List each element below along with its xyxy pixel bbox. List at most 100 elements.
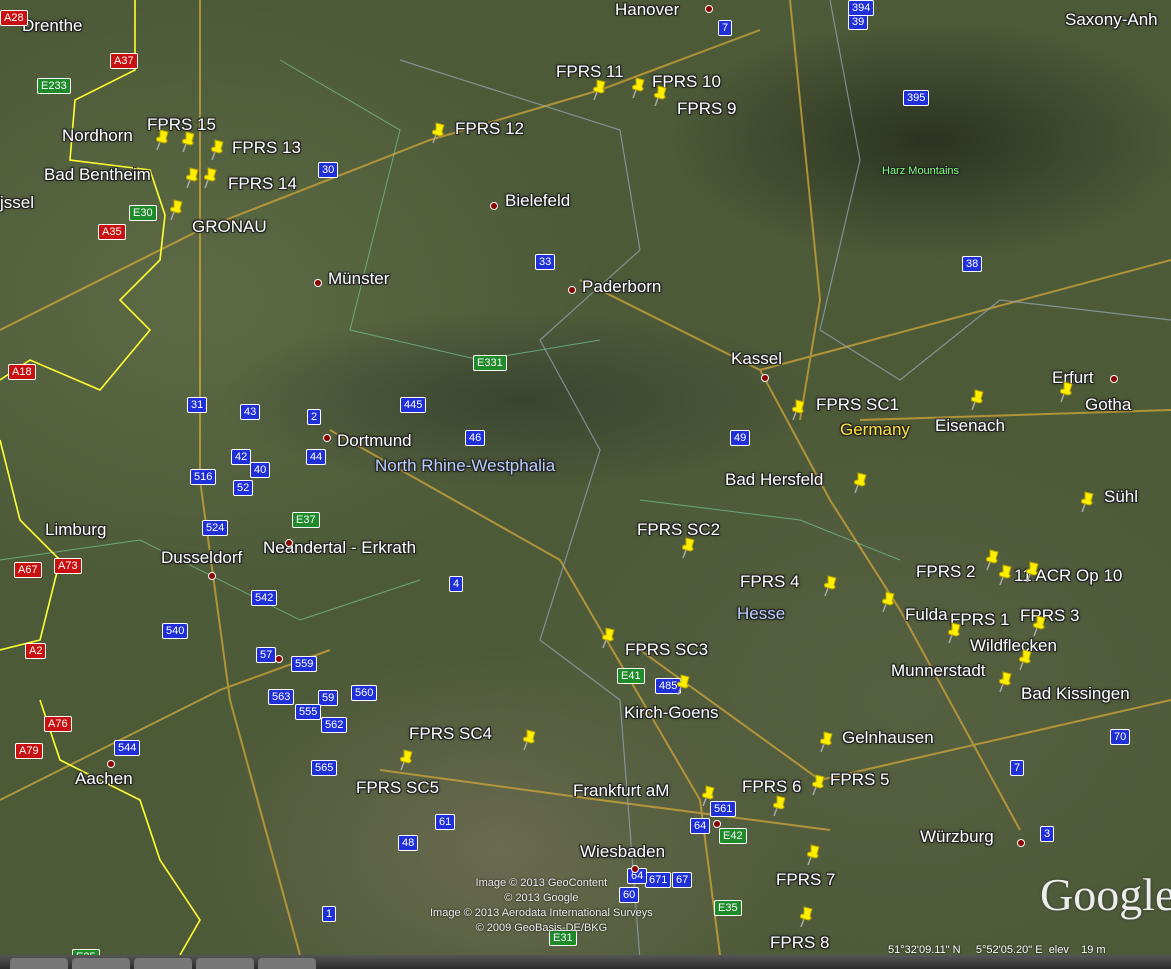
highway-shield: 33 <box>535 254 556 270</box>
place-label[interactable]: Aachen <box>75 769 133 789</box>
highway-shield: 59 <box>318 690 339 706</box>
pushpin-icon[interactable] <box>771 794 789 817</box>
place-label[interactable]: Sühl <box>1104 487 1138 507</box>
country-region-label[interactable]: Germany <box>840 420 910 440</box>
place-label[interactable]: FPRS 5 <box>830 770 890 790</box>
place-label[interactable]: Dusseldorf <box>161 548 242 568</box>
place-label[interactable]: FPRS 9 <box>677 99 737 119</box>
map-view[interactable]: Hanover Drenthe Saxony-Anh Nordhorn FPRS 15 F… <box>0 0 1171 965</box>
place-label[interactable]: FPRS 11 <box>556 62 624 82</box>
pushpin-icon[interactable] <box>180 130 198 153</box>
highway-shield: 49 <box>730 430 751 446</box>
pushpin-icon[interactable] <box>790 398 808 421</box>
pushpin-icon[interactable] <box>880 590 898 613</box>
pushpin-icon[interactable] <box>1017 648 1035 671</box>
place-label[interactable]: Dortmund <box>337 431 412 451</box>
place-label[interactable]: Bad Hersfeld <box>725 470 823 490</box>
city-marker-icon <box>1110 375 1118 383</box>
pushpin-icon[interactable] <box>202 166 220 189</box>
place-label[interactable]: FPRS 12 <box>455 119 524 139</box>
highway-shield: 48 <box>398 835 419 851</box>
pushpin-icon[interactable] <box>652 84 670 107</box>
place-label[interactable]: Bad Bentheim <box>44 165 151 185</box>
place-label[interactable]: Drenthe <box>22 16 82 36</box>
place-label[interactable]: Münster <box>328 269 389 289</box>
place-label[interactable]: Paderborn <box>582 277 661 297</box>
highway-shield: 44 <box>306 449 327 465</box>
map-overlay-lines <box>0 0 1171 955</box>
place-label[interactable]: FPRS 13 <box>232 138 301 158</box>
toolbar-button[interactable] <box>72 958 130 969</box>
pushpin-icon[interactable] <box>1031 614 1049 637</box>
place-label[interactable]: Limburg <box>45 520 106 540</box>
toolbar-button[interactable] <box>258 958 316 969</box>
pushpin-icon[interactable] <box>430 121 448 144</box>
pushpin-icon[interactable] <box>680 536 698 559</box>
pushpin-icon[interactable] <box>600 626 618 649</box>
pushpin-icon[interactable] <box>852 471 870 494</box>
place-label[interactable]: FPRS 3 <box>1020 606 1080 626</box>
place-label[interactable]: FPRS SC5 <box>356 778 439 798</box>
pushpin-icon[interactable] <box>822 574 840 597</box>
place-label[interactable]: Saxony-Anh <box>1065 10 1158 30</box>
place-label[interactable]: FPRS SC2 <box>637 520 720 540</box>
place-label[interactable]: Hanover <box>615 0 679 20</box>
toolbar-button[interactable] <box>196 958 254 969</box>
highway-shield: 560 <box>351 685 378 701</box>
place-label[interactable]: Fulda <box>905 605 948 625</box>
place-label[interactable]: Kassel <box>731 349 782 369</box>
highway-shield: E41 <box>617 668 645 684</box>
pushpin-icon[interactable] <box>946 621 964 644</box>
pushpin-icon[interactable] <box>521 728 539 751</box>
place-label[interactable]: FPRS SC4 <box>409 724 492 744</box>
pushpin-icon[interactable] <box>700 784 718 807</box>
pushpin-icon[interactable] <box>1079 490 1097 513</box>
place-label[interactable]: GRONAU <box>192 217 267 237</box>
pushpin-icon[interactable] <box>810 773 828 796</box>
pushpin-icon[interactable] <box>154 128 172 151</box>
place-label[interactable]: Nordhorn <box>62 126 133 146</box>
place-label[interactable]: Munnerstadt <box>891 661 986 681</box>
place-label[interactable]: Würzburg <box>920 827 994 847</box>
pushpin-icon[interactable] <box>997 670 1015 693</box>
pushpin-icon[interactable] <box>1024 560 1042 583</box>
pushpin-icon[interactable] <box>969 388 987 411</box>
place-label[interactable]: FPRS 2 <box>916 562 976 582</box>
place-label[interactable]: FPRS 8 <box>770 933 830 953</box>
place-label[interactable]: Frankfurt aM <box>573 781 669 801</box>
hesse-region-label[interactable]: Hesse <box>737 604 785 624</box>
pushpin-icon[interactable] <box>805 843 823 866</box>
pushpin-icon[interactable] <box>1058 380 1076 403</box>
place-label[interactable]: Gelnhausen <box>842 728 934 748</box>
place-label[interactable]: Gotha <box>1085 395 1131 415</box>
pushpin-icon[interactable] <box>997 563 1015 586</box>
city-marker-icon <box>705 5 713 13</box>
pushpin-icon[interactable] <box>209 138 227 161</box>
harz-region-label[interactable]: Harz Mountains <box>882 165 959 177</box>
highway-shield: E42 <box>719 828 747 844</box>
nrw-region-label[interactable]: North Rhine-Westphalia <box>375 456 555 476</box>
pushpin-icon[interactable] <box>630 76 648 99</box>
pushpin-icon[interactable] <box>818 730 836 753</box>
place-label[interactable]: Eisenach <box>935 416 1005 436</box>
place-label[interactable]: FPRS 14 <box>228 174 297 194</box>
pushpin-icon[interactable] <box>591 78 609 101</box>
place-label[interactable]: FPRS SC3 <box>625 640 708 660</box>
place-label[interactable]: FPRS SC1 <box>816 395 899 415</box>
place-label[interactable]: FPRS 7 <box>776 870 836 890</box>
place-label[interactable]: Bielefeld <box>505 191 570 211</box>
pushpin-icon[interactable] <box>184 166 202 189</box>
place-label[interactable]: Kirch-Goens <box>624 703 718 723</box>
pushpin-icon[interactable] <box>675 673 693 696</box>
toolbar-button[interactable] <box>10 958 68 969</box>
pushpin-icon[interactable] <box>168 198 186 221</box>
pushpin-icon[interactable] <box>398 748 416 771</box>
toolbar-button[interactable] <box>134 958 192 969</box>
pushpin-icon[interactable] <box>798 905 816 928</box>
place-label[interactable]: Wiesbaden <box>580 842 665 862</box>
place-label[interactable]: Bad Kissingen <box>1021 684 1130 704</box>
place-label[interactable]: Wildflecken <box>970 636 1057 656</box>
place-label[interactable]: FPRS 4 <box>740 572 800 592</box>
place-label[interactable]: jssel <box>0 193 34 213</box>
highway-shield: 61 <box>435 814 456 830</box>
